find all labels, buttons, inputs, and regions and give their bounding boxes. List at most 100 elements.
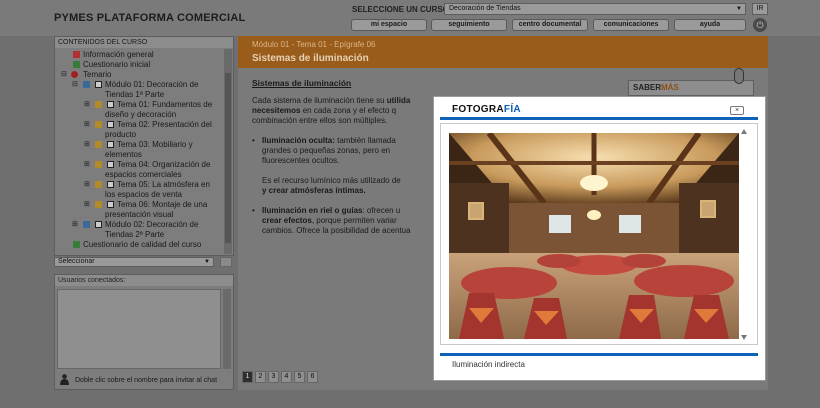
chat-hint: Doble clic sobre el nombre para invitar … bbox=[75, 377, 218, 384]
tree-item-tema-06[interactable]: ⊞ Tema 06: Montaje de una bbox=[55, 200, 233, 210]
content-select[interactable]: Seleccionar ▼ bbox=[54, 257, 214, 267]
expand-icon[interactable]: ⊞ bbox=[84, 180, 90, 190]
folder-icon bbox=[95, 201, 102, 208]
quiz-icon bbox=[73, 61, 80, 68]
module-icon bbox=[83, 221, 90, 228]
nav-centro-documental-button[interactable]: centro documental bbox=[512, 19, 588, 31]
expand-icon[interactable]: ⊞ bbox=[84, 160, 90, 170]
tree-item-tema-03[interactable]: ⊞ Tema 03: Mobiliario y bbox=[55, 140, 233, 150]
checkbox-icon[interactable] bbox=[107, 101, 114, 108]
close-button[interactable]: × bbox=[730, 106, 744, 115]
nav-ayuda-button[interactable]: ayuda bbox=[674, 19, 746, 31]
expand-icon[interactable]: ⊞ bbox=[84, 140, 90, 150]
course-contents-title: CONTENIDOS DEL CURSO bbox=[55, 37, 233, 48]
pagination: 123456 bbox=[242, 370, 320, 384]
tree-item-tema-03-cont: elementos bbox=[105, 150, 142, 159]
paragraph: Cada sistema de iluminación tiene su uti… bbox=[252, 96, 411, 125]
content-go-button[interactable] bbox=[220, 257, 232, 267]
divider bbox=[440, 117, 758, 120]
checkbox-icon[interactable] bbox=[107, 181, 114, 188]
app-title: PYMES PLATAFORMA COMERCIAL bbox=[54, 12, 246, 24]
folder-icon bbox=[95, 101, 102, 108]
mouse-icon bbox=[734, 68, 744, 84]
breadcrumb: Módulo 01 - Tema 01 - Epígrafe 06 bbox=[252, 40, 376, 49]
app-header: PYMES PLATAFORMA COMERCIAL SELECCIONE UN… bbox=[0, 0, 820, 36]
tree-item-tema-05[interactable]: ⊞ Tema 05: La atmósfera en bbox=[55, 180, 233, 190]
tree-item-cuestionario-inicial[interactable]: Cuestionario inicial bbox=[55, 60, 233, 70]
nav-seguimiento-button[interactable]: seguimiento bbox=[431, 19, 507, 31]
tree-item-tema-04[interactable]: ⊞ Tema 04: Organización de bbox=[55, 160, 233, 170]
tree-item-tema-01-cont: diseño y decoración bbox=[105, 110, 177, 119]
expand-icon[interactable]: ⊞ bbox=[84, 120, 90, 130]
section-heading: Sistemas de iluminación bbox=[252, 78, 352, 88]
tree-item-tema-04-cont: espacios comerciales bbox=[105, 170, 182, 179]
page-button[interactable]: 1 bbox=[242, 371, 253, 383]
book-icon bbox=[71, 71, 78, 78]
person-icon bbox=[60, 374, 69, 385]
chevron-down-icon: ▼ bbox=[204, 259, 210, 265]
page-button[interactable]: 3 bbox=[268, 371, 279, 383]
content-select-value: Seleccionar bbox=[58, 258, 95, 265]
tree-item-modulo-02[interactable]: ⊞ Módulo 02: Decoración de bbox=[55, 220, 233, 230]
tree-item-tema-02-cont: producto bbox=[105, 130, 137, 139]
tree-item-modulo-01-cont: Tiendas 1ª Parte bbox=[105, 90, 165, 99]
folder-icon bbox=[95, 161, 102, 168]
checkbox-icon[interactable] bbox=[95, 81, 102, 88]
tree-scrollbar[interactable] bbox=[224, 49, 232, 254]
photo-image bbox=[449, 133, 739, 339]
tree-item-cuestionario-calidad[interactable]: Cuestionario de calidad del curso bbox=[55, 240, 233, 250]
photo-modal: FOTOGRAFÍA × Iluminación indirecta bbox=[433, 96, 766, 381]
checkbox-icon[interactable] bbox=[107, 141, 114, 148]
modal-scrollbar[interactable] bbox=[740, 127, 748, 342]
scrollbar-thumb[interactable] bbox=[225, 73, 231, 243]
quiz-icon bbox=[73, 241, 80, 248]
chevron-down-icon: ▼ bbox=[736, 6, 742, 12]
expand-icon[interactable]: ⊞ bbox=[84, 200, 90, 210]
power-icon[interactable]: ⏻ bbox=[753, 18, 767, 32]
connected-users-title: Usuarios conectados: bbox=[55, 275, 233, 286]
checkbox-icon[interactable] bbox=[95, 221, 102, 228]
folder-icon bbox=[95, 141, 102, 148]
users-scrollbar[interactable] bbox=[223, 289, 231, 369]
collapse-icon[interactable]: ⊟ bbox=[61, 70, 67, 80]
checkbox-icon[interactable] bbox=[107, 201, 114, 208]
folder-icon bbox=[95, 121, 102, 128]
course-select-value: Decoración de Tiendas bbox=[449, 5, 521, 12]
collapse-icon[interactable]: ⊟ bbox=[72, 80, 78, 90]
photo-caption: Iluminación indirecta bbox=[452, 360, 525, 369]
lesson-text: Sistemas de iluminación Cada sistema de … bbox=[252, 78, 452, 246]
checkbox-icon[interactable] bbox=[107, 121, 114, 128]
page-button[interactable]: 4 bbox=[281, 371, 292, 383]
folder-icon bbox=[95, 181, 102, 188]
tree-item-tema-05-cont: los espacios de venta bbox=[105, 190, 182, 199]
bullet-item: Iluminación en riel o guías: ofrecen ucr… bbox=[252, 206, 452, 236]
tree-item-tema-02[interactable]: ⊞ Tema 02: Presentación del bbox=[55, 120, 233, 130]
expand-icon[interactable]: ⊞ bbox=[72, 220, 78, 230]
nav-mi-espacio-button[interactable]: mi espacio bbox=[351, 19, 427, 31]
page-button[interactable]: 6 bbox=[307, 371, 318, 383]
tree-item-tema-01[interactable]: ⊞ Tema 01: Fundamentos de bbox=[55, 100, 233, 110]
connected-users-list[interactable] bbox=[57, 289, 221, 369]
tree-item-modulo-02-cont: Tiendas 2ª Parte bbox=[105, 230, 165, 239]
lesson-title: Sistemas de iluminación bbox=[252, 53, 369, 64]
expand-icon[interactable]: ⊞ bbox=[84, 100, 90, 110]
page-button[interactable]: 5 bbox=[294, 371, 305, 383]
tree-item-modulo-01[interactable]: ⊟ Módulo 01: Decoración de bbox=[55, 80, 233, 90]
module-icon bbox=[83, 81, 90, 88]
nav-comunicaciones-button[interactable]: comunicaciones bbox=[593, 19, 669, 31]
document-icon bbox=[73, 51, 80, 58]
bullet-item: Iluminación oculta: también llamadagrand… bbox=[252, 136, 452, 166]
page-button[interactable]: 2 bbox=[255, 371, 266, 383]
tree-item-informacion[interactable]: Información general bbox=[55, 50, 233, 60]
lesson-header: Módulo 01 - Tema 01 - Epígrafe 06 Sistem… bbox=[238, 36, 768, 68]
divider bbox=[440, 353, 758, 356]
course-select[interactable]: Decoración de Tiendas ▼ bbox=[444, 3, 746, 15]
checkbox-icon[interactable] bbox=[107, 161, 114, 168]
course-contents-panel: CONTENIDOS DEL CURSO Información general… bbox=[54, 36, 234, 256]
course-tree: Información general Cuestionario inicial… bbox=[55, 48, 233, 250]
tree-item-tema-06-cont: presentación visual bbox=[105, 210, 174, 219]
tree-item-temario[interactable]: ⊟ Temario bbox=[55, 70, 233, 80]
go-button[interactable]: IR bbox=[752, 3, 768, 15]
connected-users-panel: Usuarios conectados: Doble clic sobre el… bbox=[54, 274, 234, 390]
restaurant-photo bbox=[449, 133, 739, 339]
